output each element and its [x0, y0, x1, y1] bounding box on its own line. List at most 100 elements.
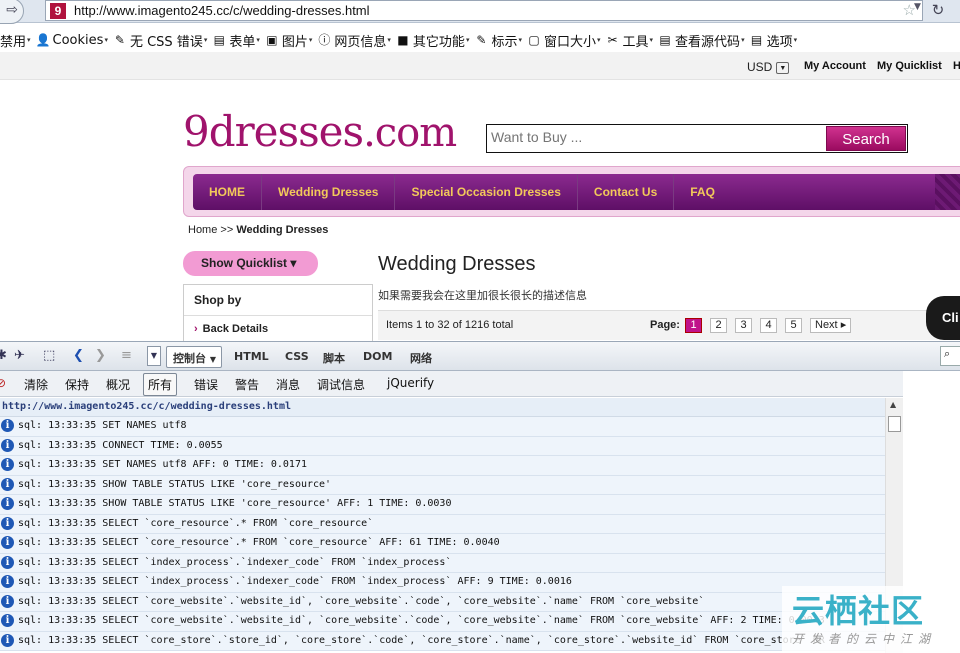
console-message: sql: 13:33:35 SELECT `core_website`.`web…: [18, 615, 825, 626]
show-quicklist-button[interactable]: Show Quicklist ▾: [183, 251, 318, 276]
console-profile-button[interactable]: 概况: [106, 376, 130, 393]
toolbar-item-6[interactable]: ■ 其它功能 ▾: [396, 31, 469, 50]
console-row[interactable]: i sql: 13:33:35 SELECT `index_process`.`i…: [0, 573, 885, 593]
dropdown-arrow-icon: ▾: [649, 36, 654, 44]
filter-errors-button[interactable]: 错误: [194, 376, 218, 393]
tab-html[interactable]: HTML: [234, 350, 269, 363]
my-quicklist-link[interactable]: My Quicklist: [877, 60, 942, 72]
toolbar-item-4[interactable]: ▣ 图片 ▾: [265, 31, 312, 50]
nav-home[interactable]: HOME: [193, 174, 262, 210]
page-3-link[interactable]: 3: [735, 318, 752, 333]
filter-back-details[interactable]: › Back Details: [194, 323, 268, 335]
forward-arrow-icon: ⇨: [6, 2, 18, 18]
inspect-element-icon[interactable]: ⬚: [43, 348, 55, 363]
shop-by-panel: Shop by › Back Details: [183, 284, 373, 344]
site-logo[interactable]: 9dresses.com: [183, 107, 457, 156]
toolbar-item-8[interactable]: ▢ 窗口大小 ▾: [527, 31, 600, 50]
toolbar-item-5[interactable]: ⓘ 网页信息 ▾: [317, 31, 391, 50]
url-field[interactable]: 9 http://www.imagento245.cc/c/wedding-dr…: [45, 0, 923, 21]
search-input[interactable]: [491, 129, 821, 145]
chevron-down-icon: ▼: [209, 355, 216, 364]
dropdown-arrow-icon: ▾: [203, 36, 208, 44]
address-bar-row: ⇨ 9 http://www.imagento245.cc/c/wedding-…: [0, 0, 960, 24]
toolbar-item-label: 工具: [622, 34, 649, 50]
tab-net[interactable]: 网络: [410, 350, 432, 366]
breadcrumb-home[interactable]: Home >>: [188, 224, 233, 236]
console-persist-button[interactable]: 保持: [65, 376, 89, 393]
dropdown-arrow-icon: ▾: [104, 36, 108, 44]
toolbox-icon: ■: [397, 33, 409, 47]
page-1-current: 1: [685, 318, 702, 333]
info-icon: i: [1, 536, 14, 549]
nav-special-occasion-dresses[interactable]: Special Occasion Dresses: [395, 174, 578, 210]
console-row[interactable]: i sql: 13:33:35 SELECT `core_website`.`we…: [0, 612, 885, 632]
forward-button[interactable]: ⇨: [0, 0, 24, 24]
console-row[interactable]: i sql: 13:33:35 SELECT `core_resource`.* …: [0, 534, 885, 554]
console-message: sql: 13:33:35 SHOW TABLE STATUS LIKE 'co…: [18, 498, 452, 509]
console-message: sql: 13:33:35 SET NAMES utf8: [18, 420, 187, 431]
search-button[interactable]: Search: [826, 126, 906, 151]
toolbar-item-label: 禁用: [0, 34, 27, 50]
console-row[interactable]: i sql: 13:33:35 SELECT `core_store`.`stor…: [0, 631, 885, 651]
firebug-inspect-icon[interactable]: ✈: [14, 348, 25, 363]
toolbar-item-label: 标示: [491, 34, 518, 50]
nav-contact-us[interactable]: Contact Us: [578, 174, 675, 210]
page-2-link[interactable]: 2: [710, 318, 727, 333]
list-icon[interactable]: ≡: [121, 348, 132, 363]
toolbar-item-3[interactable]: ▤ 表单 ▾: [212, 31, 260, 50]
next-page-button[interactable]: Next ▸: [810, 318, 852, 333]
currency-select[interactable]: USD ▼: [747, 60, 790, 74]
clear-console-icon[interactable]: ⊘: [0, 376, 6, 390]
tab-console[interactable]: 控制台 ▼: [166, 346, 222, 368]
nav-wedding-dresses[interactable]: Wedding Dresses: [262, 174, 396, 210]
panel-menu-dropdown-icon[interactable]: ▼: [147, 346, 161, 366]
my-account-link[interactable]: My Account: [804, 60, 866, 72]
toolbar-item-7[interactable]: ✎ 标示 ▾: [474, 31, 522, 50]
forward-arrow-icon[interactable]: ❯: [95, 348, 106, 363]
nav-faq[interactable]: FAQ: [674, 174, 731, 210]
console-row[interactable]: i sql: 13:33:35 SELECT `core_website`.`we…: [0, 592, 885, 612]
firebug-bug-icon[interactable]: ✱: [0, 348, 7, 363]
scroll-up-icon[interactable]: ▲: [890, 400, 896, 409]
page-4-link[interactable]: 4: [760, 318, 777, 333]
console-filter-bar: ⊘ 清除 保持 概况 所有 错误 警告 消息 调试信息 jQuerify: [0, 371, 903, 397]
info-icon: i: [1, 477, 14, 491]
console-message: sql: 13:33:35 SHOW TABLE STATUS LIKE 'co…: [18, 478, 332, 490]
console-log: http://www.imagento245.cc/c/wedding-dres…: [0, 398, 885, 653]
toolbar-item-9[interactable]: ✂ 工具 ▾: [606, 31, 654, 50]
console-url-row[interactable]: http://www.imagento245.cc/c/wedding-dres…: [0, 398, 885, 417]
play-right-icon: ▸: [840, 319, 847, 331]
console-row[interactable]: i sql: 13:33:35 SELECT `index_process`.`i…: [0, 553, 885, 573]
page-5-link[interactable]: 5: [785, 318, 802, 333]
tools-icon: ✂: [607, 33, 618, 47]
console-row[interactable]: i sql: 13:33:35 SHOW TABLE STATUS LIKE 'c…: [0, 475, 885, 495]
console-clear-button[interactable]: 清除: [24, 376, 48, 393]
toolbar-item-0[interactable]: 禁用 ▾: [0, 31, 31, 50]
console-row[interactable]: i sql: 13:33:35 CONNECT TIME: 0.0055: [0, 436, 885, 456]
scrollbar-thumb[interactable]: [888, 416, 901, 432]
reload-icon[interactable]: ↻: [929, 1, 947, 20]
filter-all-button[interactable]: 所有: [143, 373, 178, 396]
tab-script[interactable]: 脚本: [323, 350, 345, 366]
console-row[interactable]: i sql: 13:33:35 SET NAMES utf8: [0, 417, 885, 437]
filter-info-button[interactable]: 消息: [276, 376, 300, 393]
toolbar-item-2[interactable]: ✎ 无 CSS 错误 ▾: [113, 31, 207, 50]
help-link[interactable]: H: [953, 60, 960, 72]
filter-warnings-button[interactable]: 警告: [235, 376, 259, 393]
toolbar-item-11[interactable]: ▤ 选项 ▾: [750, 31, 797, 50]
toolbar-item-1[interactable]: 👤 Cookies ▾: [36, 33, 108, 48]
console-message: sql: 13:33:35 SELECT `core_resource`.* F…: [18, 537, 500, 548]
history-dropdown-icon[interactable]: ▼: [914, 2, 921, 12]
console-row[interactable]: i sql: 13:33:35 SELECT `core_resource`.* …: [0, 514, 885, 534]
toolbar-item-10[interactable]: ▤ 查看源代码 ▾: [658, 31, 744, 50]
live-chat-tab[interactable]: Cli: [926, 296, 960, 340]
console-row[interactable]: i sql: 13:33:35 SET NAMES utf8 AFF: 0 TIM…: [0, 456, 885, 476]
back-arrow-icon[interactable]: ❮: [73, 348, 84, 363]
firebug-search-icon[interactable]: ⌕: [940, 346, 960, 366]
tab-dom[interactable]: DOM: [363, 350, 392, 363]
filter-debug-button[interactable]: 调试信息: [317, 376, 365, 393]
tab-css[interactable]: CSS: [285, 350, 309, 363]
console-message: sql: 13:33:35 CONNECT TIME: 0.0055: [18, 439, 223, 451]
console-row[interactable]: i sql: 13:33:35 SHOW TABLE STATUS LIKE 'c…: [0, 495, 885, 515]
jquerify-button[interactable]: jQuerify: [387, 376, 434, 390]
